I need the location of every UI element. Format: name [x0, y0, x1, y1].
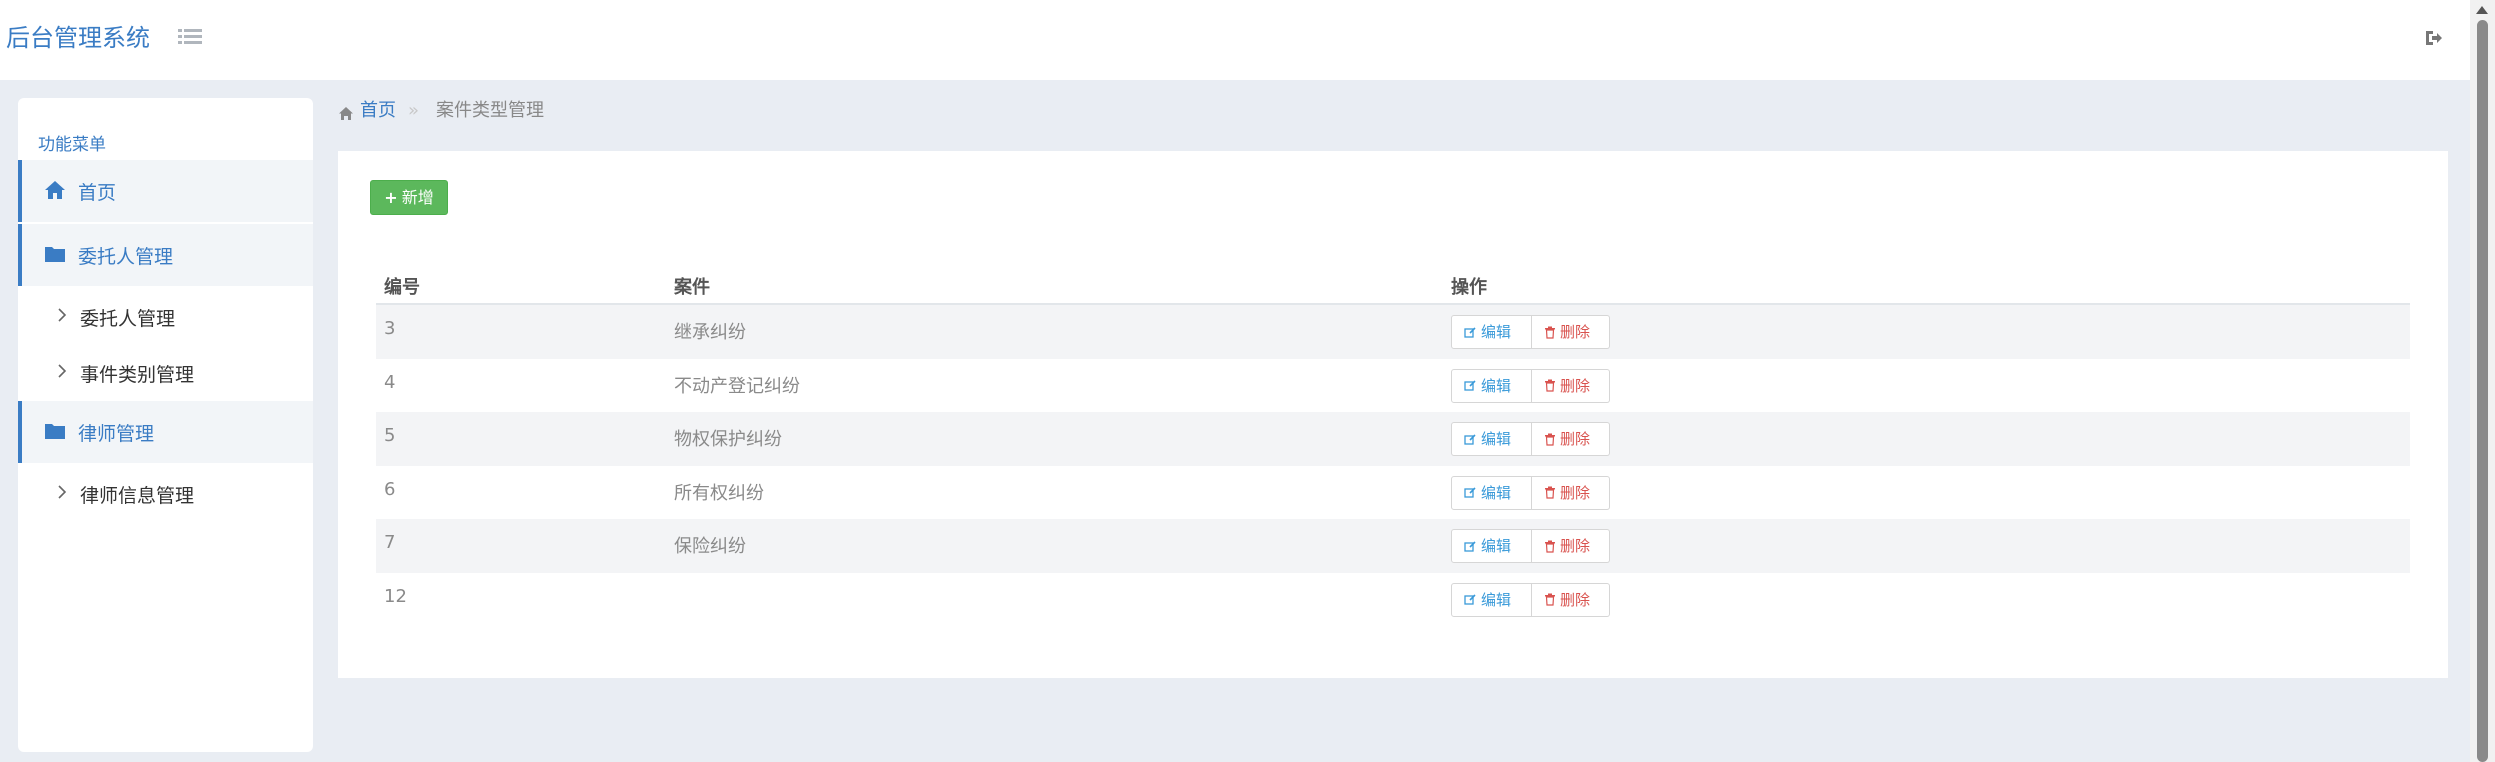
folder-icon	[44, 244, 66, 264]
edit-button-label: 编辑	[1481, 430, 1512, 448]
edit-button[interactable]: 编辑	[1451, 529, 1532, 563]
add-button-label: 新增	[401, 188, 434, 207]
sidebar-item-label: 律师管理	[78, 423, 155, 445]
edit-button[interactable]: 编辑	[1451, 315, 1532, 349]
sidebar-subitem-label: 委托人管理	[80, 308, 176, 330]
delete-button[interactable]: 删除	[1532, 368, 1610, 403]
sidebar: 功能菜单 首页 委托人管理 委托人管理 事件类别管理 律师管理 律师信息管理	[18, 98, 313, 752]
table-row: 4 不动产登记纠纷 编辑 删除	[376, 359, 2410, 413]
trash-icon	[1544, 486, 1560, 499]
edit-icon	[1464, 486, 1481, 499]
edit-button-label: 编辑	[1481, 323, 1512, 341]
delete-button[interactable]: 删除	[1532, 315, 1610, 349]
plus-icon: +	[384, 188, 398, 207]
breadcrumb-separator: »	[408, 100, 420, 121]
breadcrumb-current: 案件类型管理	[436, 100, 544, 121]
table-row: 7 保险纠纷 编辑 删除	[376, 519, 2410, 573]
edit-button[interactable]: 编辑	[1451, 475, 1532, 510]
edit-button-label: 编辑	[1481, 590, 1512, 609]
add-button[interactable]: + 新增	[370, 180, 448, 215]
menu-toggle-icon[interactable]	[178, 27, 204, 49]
delete-button-label: 删除	[1560, 537, 1591, 555]
delete-button[interactable]: 删除	[1532, 422, 1610, 456]
cell-case-name: 保险纠纷	[674, 536, 746, 557]
content-panel: + 新增 编号 案件 操作 3 继承纠纷 编辑 删除 4 不动产登记纠纷 编辑 删除 5 物权保护纠…	[338, 151, 2448, 678]
sidebar-subitem-label: 事件类别管理	[80, 364, 195, 386]
chevron-right-icon	[56, 363, 68, 379]
logout-icon[interactable]	[2424, 28, 2444, 48]
sidebar-subitem-client-management[interactable]: 委托人管理	[18, 291, 313, 341]
delete-button-label: 删除	[1560, 590, 1591, 609]
trash-icon	[1544, 326, 1560, 339]
delete-button[interactable]: 删除	[1532, 529, 1610, 563]
delete-button-label: 删除	[1560, 483, 1591, 502]
cell-id: 3	[384, 318, 396, 339]
chevron-right-icon	[56, 307, 68, 323]
sidebar-item-lawyer-management[interactable]: 律师管理	[18, 401, 313, 463]
cell-id: 6	[384, 478, 396, 500]
sidebar-item-home[interactable]: 首页	[18, 160, 313, 222]
edit-button[interactable]: 编辑	[1451, 422, 1532, 456]
cell-case-name: 继承纠纷	[674, 322, 746, 343]
column-header-case: 案件	[674, 277, 710, 298]
cell-case-name: 不动产登记纠纷	[674, 375, 800, 397]
row-actions: 编辑 删除	[1451, 475, 1610, 510]
trash-icon	[1544, 593, 1560, 606]
cell-id: 5	[384, 425, 396, 446]
table-body: 3 继承纠纷 编辑 删除 4 不动产登记纠纷 编辑 删除 5 物权保护纠纷 编辑 删除 6 所有权纠纷 编辑…	[376, 305, 2410, 626]
table-row: 3 继承纠纷 编辑 删除	[376, 305, 2410, 359]
edit-icon	[1464, 540, 1481, 553]
column-header-actions: 操作	[1451, 277, 1487, 298]
delete-button[interactable]: 删除	[1532, 582, 1610, 617]
column-header-id: 编号	[384, 277, 420, 298]
table-row: 12 编辑 删除	[376, 573, 2410, 627]
sidebar-subitem-lawyer-info[interactable]: 律师信息管理	[18, 468, 313, 518]
cell-case-name: 物权保护纠纷	[674, 429, 782, 450]
row-actions: 编辑 删除	[1451, 529, 1610, 563]
cell-id: 12	[384, 585, 407, 607]
chevron-right-icon	[56, 484, 68, 500]
folder-icon	[44, 421, 66, 441]
row-actions: 编辑 删除	[1451, 315, 1610, 349]
top-navbar: 后台管理系统	[0, 0, 2470, 80]
edit-icon	[1464, 379, 1481, 392]
app-title: 后台管理系统	[6, 24, 150, 52]
scroll-up-arrow-icon[interactable]	[2476, 6, 2488, 14]
table-header: 编号 案件 操作	[376, 263, 2410, 305]
breadcrumb-home-link[interactable]: 首页	[360, 98, 396, 124]
edit-button-label: 编辑	[1481, 483, 1512, 502]
delete-button-label: 删除	[1560, 430, 1591, 448]
sidebar-item-label: 首页	[78, 182, 117, 204]
edit-button[interactable]: 编辑	[1451, 368, 1532, 403]
home-icon	[44, 180, 66, 200]
cell-id: 4	[384, 371, 396, 393]
sidebar-subitem-event-category[interactable]: 事件类别管理	[18, 347, 313, 397]
edit-button-label: 编辑	[1481, 376, 1512, 395]
edit-icon	[1464, 326, 1481, 339]
table-row: 5 物权保护纠纷 编辑 删除	[376, 412, 2410, 466]
cell-id: 7	[384, 532, 396, 553]
edit-button[interactable]: 编辑	[1451, 582, 1532, 617]
trash-icon	[1544, 433, 1560, 446]
delete-button-label: 删除	[1560, 376, 1591, 395]
trash-icon	[1544, 379, 1560, 392]
scrollbar-thumb[interactable]	[2477, 20, 2488, 762]
row-actions: 编辑 删除	[1451, 582, 1610, 617]
home-icon	[338, 103, 354, 120]
sidebar-item-label: 委托人管理	[78, 246, 174, 268]
delete-button[interactable]: 删除	[1532, 475, 1610, 510]
sidebar-item-client-management[interactable]: 委托人管理	[18, 224, 313, 286]
trash-icon	[1544, 540, 1560, 553]
edit-icon	[1464, 593, 1481, 606]
table-row: 6 所有权纠纷 编辑 删除	[376, 466, 2410, 520]
case-type-table: 编号 案件 操作 3 继承纠纷 编辑 删除 4 不动产登记纠纷 编辑 删除 5 物权保护纠纷 编辑删…	[376, 263, 2410, 626]
row-actions: 编辑 删除	[1451, 368, 1610, 403]
edit-icon	[1464, 433, 1481, 446]
delete-button-label: 删除	[1560, 323, 1591, 341]
sidebar-title: 功能菜单	[38, 135, 106, 155]
sidebar-subitem-label: 律师信息管理	[80, 485, 195, 507]
row-actions: 编辑 删除	[1451, 422, 1610, 456]
cell-case-name: 所有权纠纷	[674, 482, 764, 504]
edit-button-label: 编辑	[1481, 537, 1512, 555]
